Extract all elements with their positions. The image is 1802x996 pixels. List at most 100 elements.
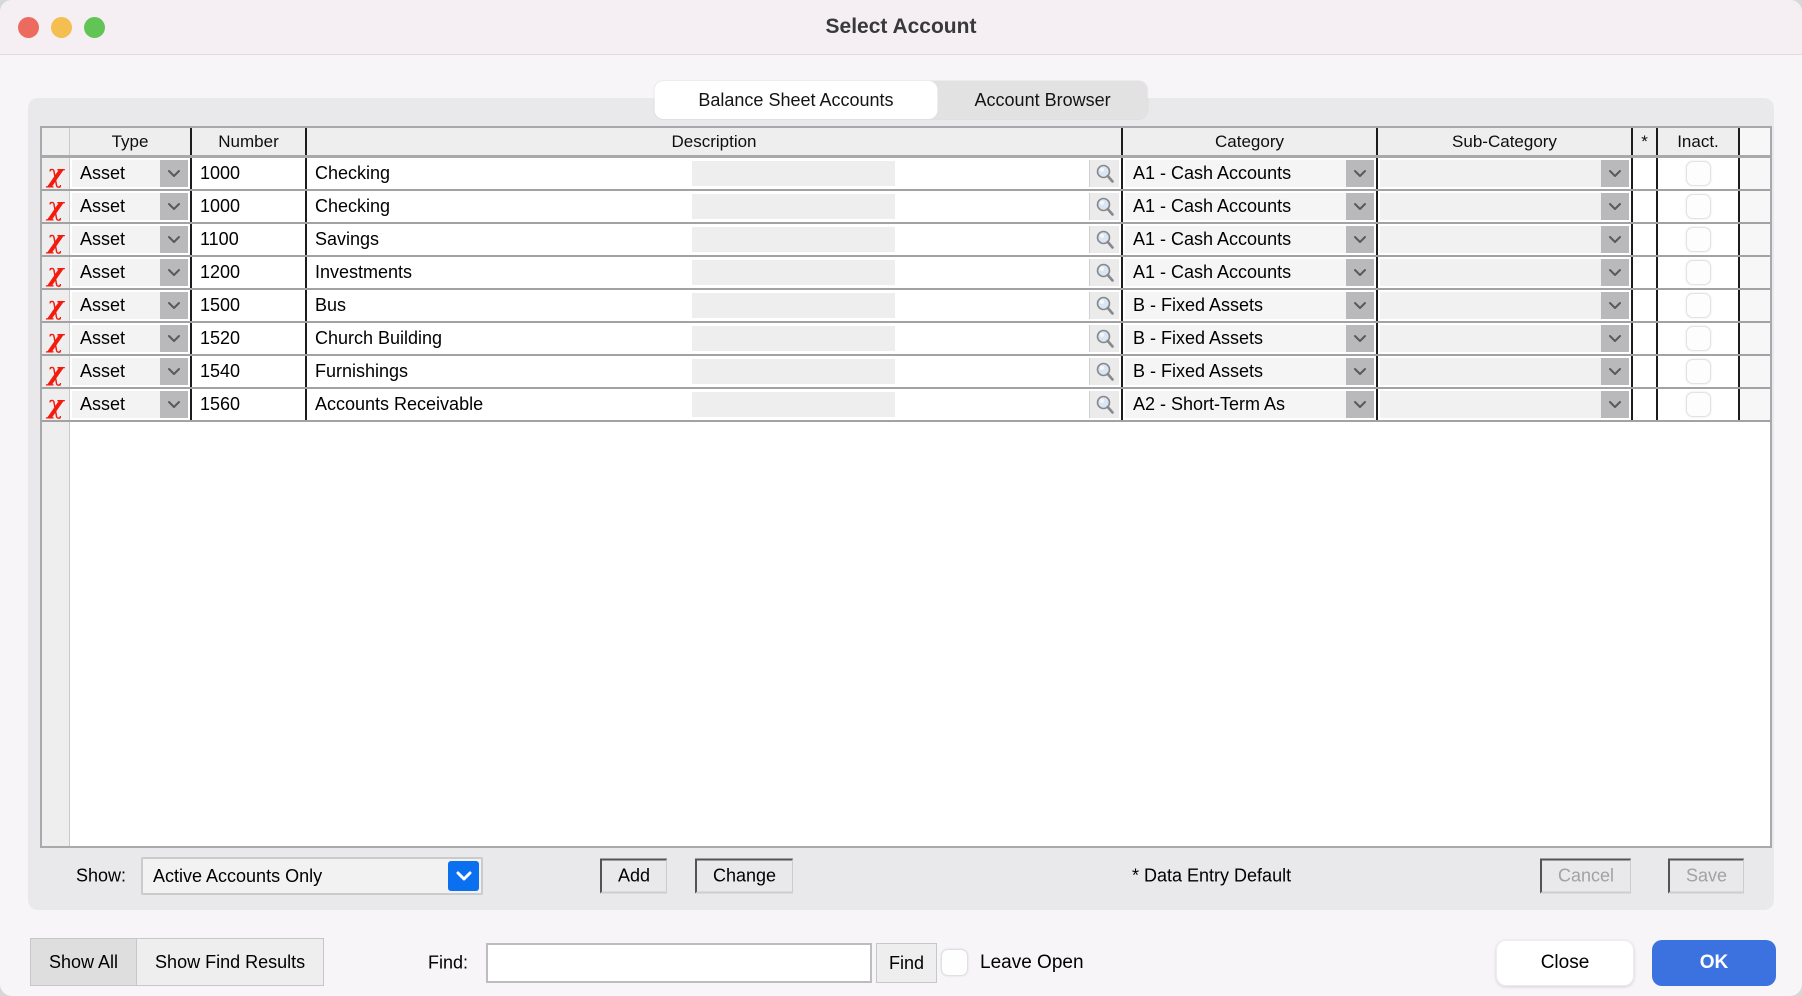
category-dropdown[interactable]: B - Fixed Assets: [1125, 292, 1374, 319]
save-button[interactable]: Save: [1668, 859, 1744, 894]
description-value: Bus: [307, 295, 346, 316]
category-dropdown[interactable]: B - Fixed Assets: [1125, 325, 1374, 352]
description-field[interactable]: Accounts Receivable: [307, 389, 1123, 420]
type-dropdown[interactable]: Asset: [72, 259, 188, 286]
scrollbar-gutter: [1740, 323, 1770, 354]
description-field[interactable]: Furnishings: [307, 356, 1123, 387]
ok-button[interactable]: OK: [1652, 940, 1776, 986]
search-button[interactable]: [1089, 391, 1119, 418]
close-button[interactable]: Close: [1496, 940, 1634, 986]
delete-row-button[interactable]: χ: [42, 191, 70, 222]
search-button[interactable]: [1089, 292, 1119, 319]
zoom-window-button[interactable]: [84, 17, 105, 38]
type-dropdown[interactable]: Asset: [72, 358, 188, 385]
subcategory-dropdown[interactable]: [1380, 226, 1629, 253]
type-dropdown[interactable]: Asset: [72, 391, 188, 418]
description-field[interactable]: Savings: [307, 224, 1123, 255]
subcategory-dropdown[interactable]: [1380, 292, 1629, 319]
inactive-checkbox[interactable]: [1686, 260, 1711, 285]
delete-row-button[interactable]: χ: [42, 389, 70, 420]
subcategory-dropdown[interactable]: [1380, 193, 1629, 220]
show-find-results-button[interactable]: Show Find Results: [137, 939, 323, 985]
sub-category-cell: [1378, 158, 1633, 189]
type-value: Asset: [72, 358, 160, 385]
show-filter-dropdown[interactable]: Active Accounts Only: [141, 857, 483, 895]
delete-row-button[interactable]: χ: [42, 356, 70, 387]
subcategory-value: [1380, 226, 1601, 253]
delete-row-button[interactable]: χ: [42, 158, 70, 189]
inactive-checkbox[interactable]: [1686, 326, 1711, 351]
show-all-button[interactable]: Show All: [31, 939, 137, 985]
subcategory-value: [1380, 160, 1601, 187]
category-dropdown[interactable]: B - Fixed Assets: [1125, 358, 1374, 385]
subcategory-value: [1380, 325, 1601, 352]
inactive-checkbox[interactable]: [1686, 392, 1711, 417]
description-value: Furnishings: [307, 361, 408, 382]
inactive-checkbox[interactable]: [1686, 227, 1711, 252]
close-window-button[interactable]: [18, 17, 39, 38]
empty-delete-column-strip: [42, 422, 70, 846]
sub-category-cell: [1378, 389, 1633, 420]
subcategory-dropdown[interactable]: [1380, 325, 1629, 352]
search-button[interactable]: [1089, 193, 1119, 220]
type-dropdown[interactable]: Asset: [72, 160, 188, 187]
description-field[interactable]: Checking: [307, 191, 1123, 222]
description-field[interactable]: Church Building: [307, 323, 1123, 354]
cancel-button[interactable]: Cancel: [1540, 859, 1631, 894]
description-field[interactable]: Checking: [307, 158, 1123, 189]
type-value: Asset: [72, 160, 160, 187]
subcategory-dropdown[interactable]: [1380, 160, 1629, 187]
type-dropdown[interactable]: Asset: [72, 325, 188, 352]
tab-account-browser[interactable]: Account Browser: [938, 81, 1148, 119]
category-dropdown[interactable]: A2 - Short-Term As: [1125, 391, 1374, 418]
number-field[interactable]: 1000: [192, 191, 307, 222]
minimize-window-button[interactable]: [51, 17, 72, 38]
subcategory-dropdown[interactable]: [1380, 358, 1629, 385]
number-field[interactable]: 1200: [192, 257, 307, 288]
search-button[interactable]: [1089, 325, 1119, 352]
delete-row-button[interactable]: χ: [42, 290, 70, 321]
category-dropdown[interactable]: A1 - Cash Accounts: [1125, 160, 1374, 187]
delete-row-button[interactable]: χ: [42, 323, 70, 354]
search-button[interactable]: [1089, 358, 1119, 385]
type-dropdown[interactable]: Asset: [72, 292, 188, 319]
show-buttons-group: Show All Show Find Results: [30, 938, 324, 986]
magnifier-icon: [1094, 262, 1116, 284]
number-field[interactable]: 1000: [192, 158, 307, 189]
category-value: B - Fixed Assets: [1125, 325, 1346, 352]
subcategory-dropdown[interactable]: [1380, 391, 1629, 418]
default-marker-cell: [1633, 224, 1658, 255]
type-dropdown[interactable]: Asset: [72, 193, 188, 220]
delete-row-button[interactable]: χ: [42, 257, 70, 288]
number-field[interactable]: 1500: [192, 290, 307, 321]
number-field[interactable]: 1520: [192, 323, 307, 354]
add-button[interactable]: Add: [600, 859, 667, 894]
search-button[interactable]: [1089, 160, 1119, 187]
category-dropdown[interactable]: A1 - Cash Accounts: [1125, 226, 1374, 253]
inactive-checkbox[interactable]: [1686, 293, 1711, 318]
show-controls-row: Show: Active Accounts Only Add Change * …: [40, 855, 1762, 897]
category-cell: A1 - Cash Accounts: [1123, 158, 1378, 189]
change-button[interactable]: Change: [695, 859, 793, 894]
search-button[interactable]: [1089, 226, 1119, 253]
inactive-checkbox[interactable]: [1686, 194, 1711, 219]
find-input[interactable]: [486, 943, 872, 983]
number-field[interactable]: 1100: [192, 224, 307, 255]
table-row: χ Asset 1200 Investments: [42, 257, 1770, 290]
leave-open-checkbox[interactable]: [941, 949, 968, 976]
number-field[interactable]: 1560: [192, 389, 307, 420]
inactive-checkbox[interactable]: [1686, 161, 1711, 186]
category-dropdown[interactable]: A1 - Cash Accounts: [1125, 259, 1374, 286]
tab-balance-sheet-accounts[interactable]: Balance Sheet Accounts: [654, 81, 937, 119]
search-button[interactable]: [1089, 259, 1119, 286]
delete-row-button[interactable]: χ: [42, 224, 70, 255]
description-subfield: [692, 227, 895, 252]
inactive-checkbox[interactable]: [1686, 359, 1711, 384]
description-field[interactable]: Bus: [307, 290, 1123, 321]
number-field[interactable]: 1540: [192, 356, 307, 387]
description-field[interactable]: Investments: [307, 257, 1123, 288]
subcategory-dropdown[interactable]: [1380, 259, 1629, 286]
type-dropdown[interactable]: Asset: [72, 226, 188, 253]
category-dropdown[interactable]: A1 - Cash Accounts: [1125, 193, 1374, 220]
find-button[interactable]: Find: [876, 943, 937, 983]
